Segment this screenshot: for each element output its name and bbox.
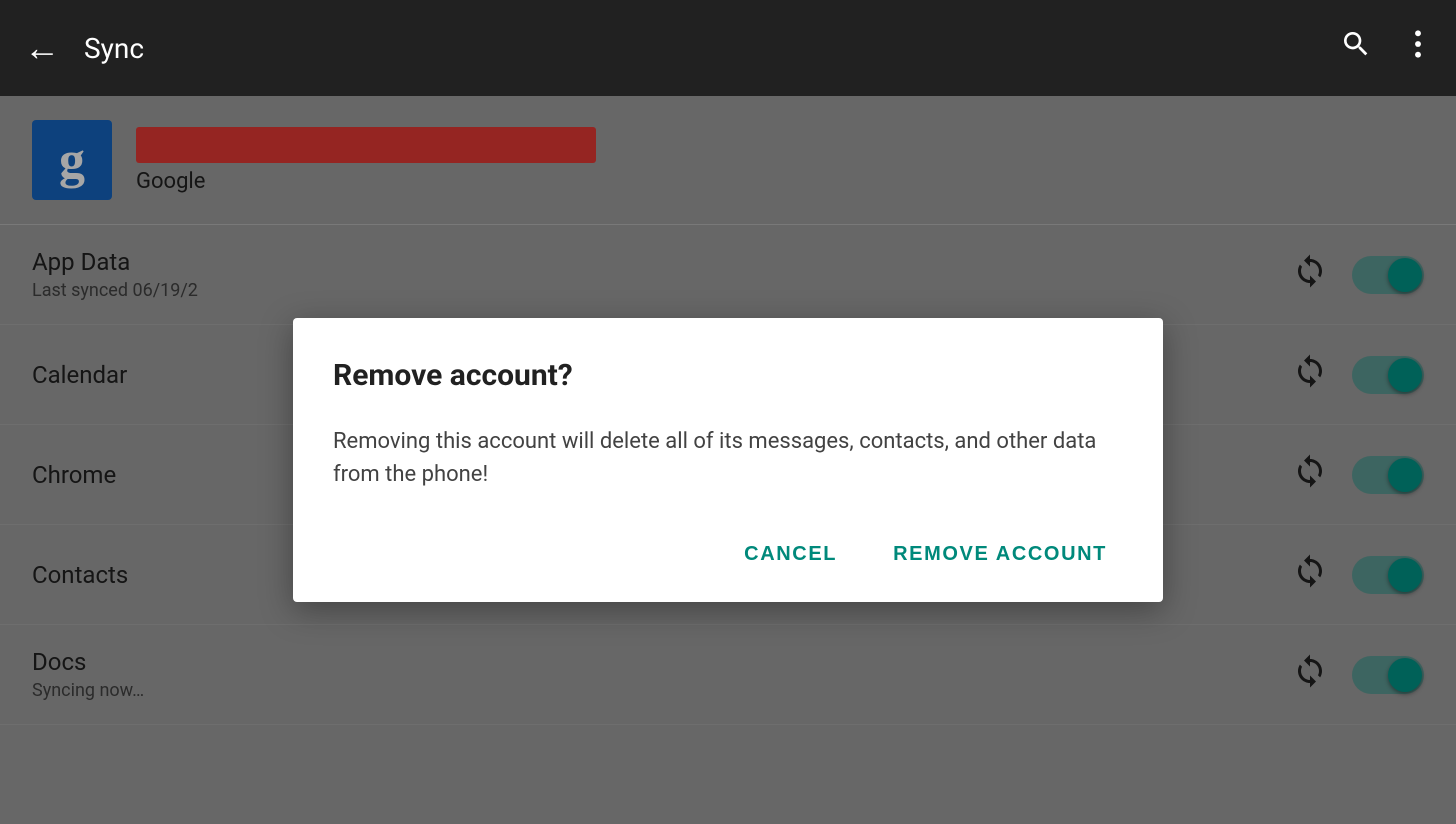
dialog-overlay: Remove account? Removing this account wi…	[0, 96, 1456, 824]
search-icon[interactable]	[1340, 28, 1372, 68]
app-bar: ← Sync	[0, 0, 1456, 96]
remove-account-button[interactable]: REMOVE ACCOUNT	[877, 531, 1123, 578]
app-bar-actions	[1340, 28, 1432, 68]
more-options-icon[interactable]	[1404, 28, 1432, 68]
content-area: g Google App Data Last synced 06/19/2	[0, 96, 1456, 824]
dialog-actions: CANCEL REMOVE ACCOUNT	[333, 531, 1123, 578]
remove-account-dialog: Remove account? Removing this account wi…	[293, 318, 1163, 602]
dialog-title: Remove account?	[333, 358, 1123, 393]
dialog-message: Removing this account will delete all of…	[333, 425, 1123, 491]
back-button[interactable]: ←	[24, 30, 60, 66]
cancel-button[interactable]: CANCEL	[728, 531, 853, 578]
page-title: Sync	[84, 32, 1340, 65]
